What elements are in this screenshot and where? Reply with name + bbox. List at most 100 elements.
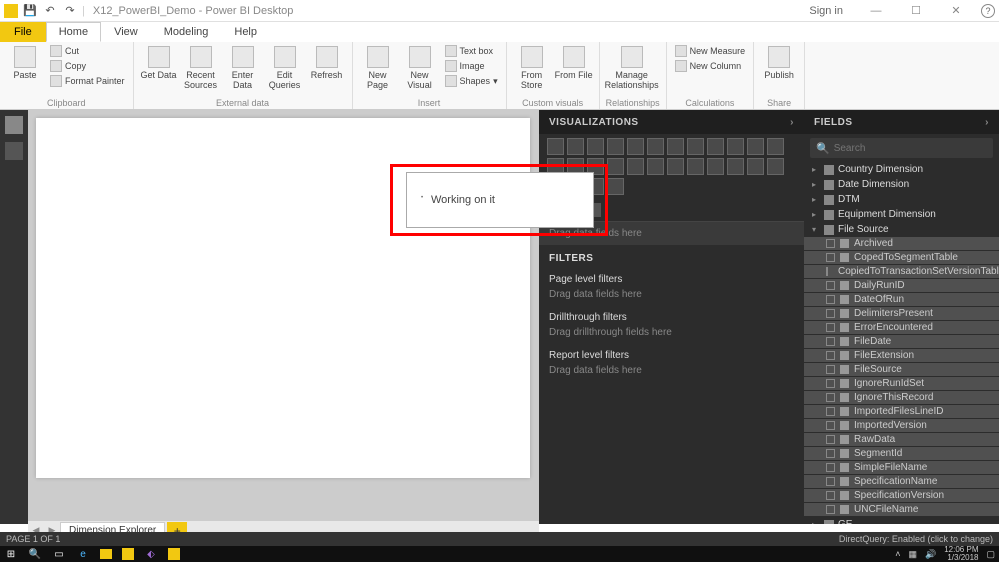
new-measure-button[interactable]: New Measure: [673, 44, 748, 58]
viz-type-icon[interactable]: [647, 158, 664, 175]
field-checkbox[interactable]: [826, 323, 835, 332]
viz-type-icon[interactable]: [707, 138, 724, 155]
field-table[interactable]: ▾File Source: [804, 222, 999, 237]
field-column[interactable]: DelimitersPresent: [804, 307, 999, 320]
copy-button[interactable]: Copy: [48, 59, 127, 73]
field-checkbox[interactable]: [826, 351, 835, 360]
viz-type-icon[interactable]: [567, 138, 584, 155]
field-column[interactable]: SegmentId: [804, 447, 999, 460]
save-icon[interactable]: 💾: [22, 3, 38, 19]
field-column[interactable]: FileSource: [804, 363, 999, 376]
new-column-button[interactable]: New Column: [673, 59, 748, 73]
visualizations-header[interactable]: VISUALIZATIONS›: [539, 110, 804, 134]
field-column[interactable]: ImportedVersion: [804, 419, 999, 432]
minimize-button[interactable]: —: [861, 5, 891, 17]
field-checkbox[interactable]: [826, 365, 835, 374]
field-column[interactable]: FileDate: [804, 335, 999, 348]
powerbi-taskbar-icon[interactable]: [168, 548, 180, 560]
field-column[interactable]: SpecificationName: [804, 475, 999, 488]
drillthrough-filters[interactable]: Drillthrough filters Drag drillthrough f…: [539, 306, 804, 344]
field-column[interactable]: DailyRunID: [804, 279, 999, 292]
field-table[interactable]: ▸DTM: [804, 192, 999, 207]
viz-type-icon[interactable]: [547, 138, 564, 155]
viz-type-icon[interactable]: [647, 138, 664, 155]
viz-type-icon[interactable]: [687, 158, 704, 175]
field-checkbox[interactable]: [826, 463, 835, 472]
field-table[interactable]: ▸Equipment Dimension: [804, 207, 999, 222]
report-level-filters[interactable]: Report level filters Drag data fields he…: [539, 344, 804, 382]
connection-mode[interactable]: DirectQuery: Enabled (click to change): [839, 534, 993, 544]
tab-view[interactable]: View: [101, 22, 151, 42]
cut-button[interactable]: Cut: [48, 44, 127, 58]
viz-type-icon[interactable]: [627, 138, 644, 155]
text-box-button[interactable]: Text box: [443, 44, 500, 58]
from-store-button[interactable]: From Store: [513, 44, 551, 90]
paste-button[interactable]: Paste: [6, 44, 44, 80]
field-checkbox[interactable]: [826, 281, 835, 290]
field-checkbox[interactable]: [826, 435, 835, 444]
viz-type-icon[interactable]: [607, 178, 624, 195]
field-column[interactable]: RawData: [804, 433, 999, 446]
tab-modeling[interactable]: Modeling: [151, 22, 222, 42]
viz-type-icon[interactable]: [627, 158, 644, 175]
field-checkbox[interactable]: [826, 267, 828, 276]
field-column[interactable]: FileExtension: [804, 349, 999, 362]
new-page-button[interactable]: New Page: [359, 44, 397, 90]
tray-chevron-icon[interactable]: ˄: [895, 549, 900, 559]
publish-button[interactable]: Publish: [760, 44, 798, 80]
format-painter-button[interactable]: Format Painter: [48, 74, 127, 88]
viz-type-icon[interactable]: [727, 138, 744, 155]
fields-header[interactable]: FIELDS›: [804, 110, 999, 134]
report-view-icon[interactable]: [5, 116, 23, 134]
page-level-filters[interactable]: Page level filters Drag data fields here: [539, 268, 804, 306]
new-visual-button[interactable]: New Visual: [401, 44, 439, 90]
field-checkbox[interactable]: [826, 477, 835, 486]
refresh-button[interactable]: Refresh: [308, 44, 346, 80]
maximize-button[interactable]: ☐: [901, 4, 931, 17]
field-column[interactable]: SpecificationVersion: [804, 489, 999, 502]
viz-type-icon[interactable]: [587, 138, 604, 155]
field-checkbox[interactable]: [826, 239, 835, 248]
from-file-button[interactable]: From File: [555, 44, 593, 80]
task-view-icon[interactable]: ▭: [52, 547, 66, 561]
ie-icon[interactable]: e: [76, 547, 90, 561]
viz-type-icon[interactable]: [607, 158, 624, 175]
explorer-icon[interactable]: [100, 549, 112, 559]
field-column[interactable]: CopedToSegmentTable: [804, 251, 999, 264]
field-column[interactable]: Archived: [804, 237, 999, 250]
viz-type-icon[interactable]: [727, 158, 744, 175]
visual-studio-icon[interactable]: ⬖: [144, 547, 158, 561]
field-column[interactable]: SimpleFileName: [804, 461, 999, 474]
field-checkbox[interactable]: [826, 393, 835, 402]
field-column[interactable]: ErrorEncountered: [804, 321, 999, 334]
field-column[interactable]: ImportedFilesLineID: [804, 405, 999, 418]
sign-in-link[interactable]: Sign in: [809, 5, 843, 17]
viz-type-icon[interactable]: [747, 138, 764, 155]
field-checkbox[interactable]: [826, 295, 835, 304]
field-checkbox[interactable]: [826, 337, 835, 346]
image-button[interactable]: Image: [443, 59, 500, 73]
field-table[interactable]: ▸GE: [804, 517, 999, 524]
viz-type-icon[interactable]: [667, 158, 684, 175]
data-view-icon[interactable]: [5, 142, 23, 160]
viz-type-icon[interactable]: [747, 158, 764, 175]
field-table[interactable]: ▸Country Dimension: [804, 162, 999, 177]
field-column[interactable]: IgnoreThisRecord: [804, 391, 999, 404]
enter-data-button[interactable]: Enter Data: [224, 44, 262, 90]
field-checkbox[interactable]: [826, 421, 835, 430]
viz-type-icon[interactable]: [767, 138, 784, 155]
field-column[interactable]: CopiedToTransactionSetVersionTable: [804, 265, 999, 278]
manage-relationships-button[interactable]: Manage Relationships: [606, 44, 658, 90]
help-icon[interactable]: ?: [981, 4, 995, 18]
viz-type-icon[interactable]: [687, 138, 704, 155]
field-column[interactable]: UNCFileName: [804, 503, 999, 516]
field-column[interactable]: DateOfRun: [804, 293, 999, 306]
search-taskbar-icon[interactable]: 🔍: [28, 547, 42, 561]
close-button[interactable]: ✕: [941, 4, 971, 17]
field-table[interactable]: ▸Date Dimension: [804, 177, 999, 192]
fields-search[interactable]: 🔍: [810, 138, 993, 158]
tab-home[interactable]: Home: [46, 22, 101, 42]
field-checkbox[interactable]: [826, 505, 835, 514]
viz-type-icon[interactable]: [707, 158, 724, 175]
field-checkbox[interactable]: [826, 379, 835, 388]
